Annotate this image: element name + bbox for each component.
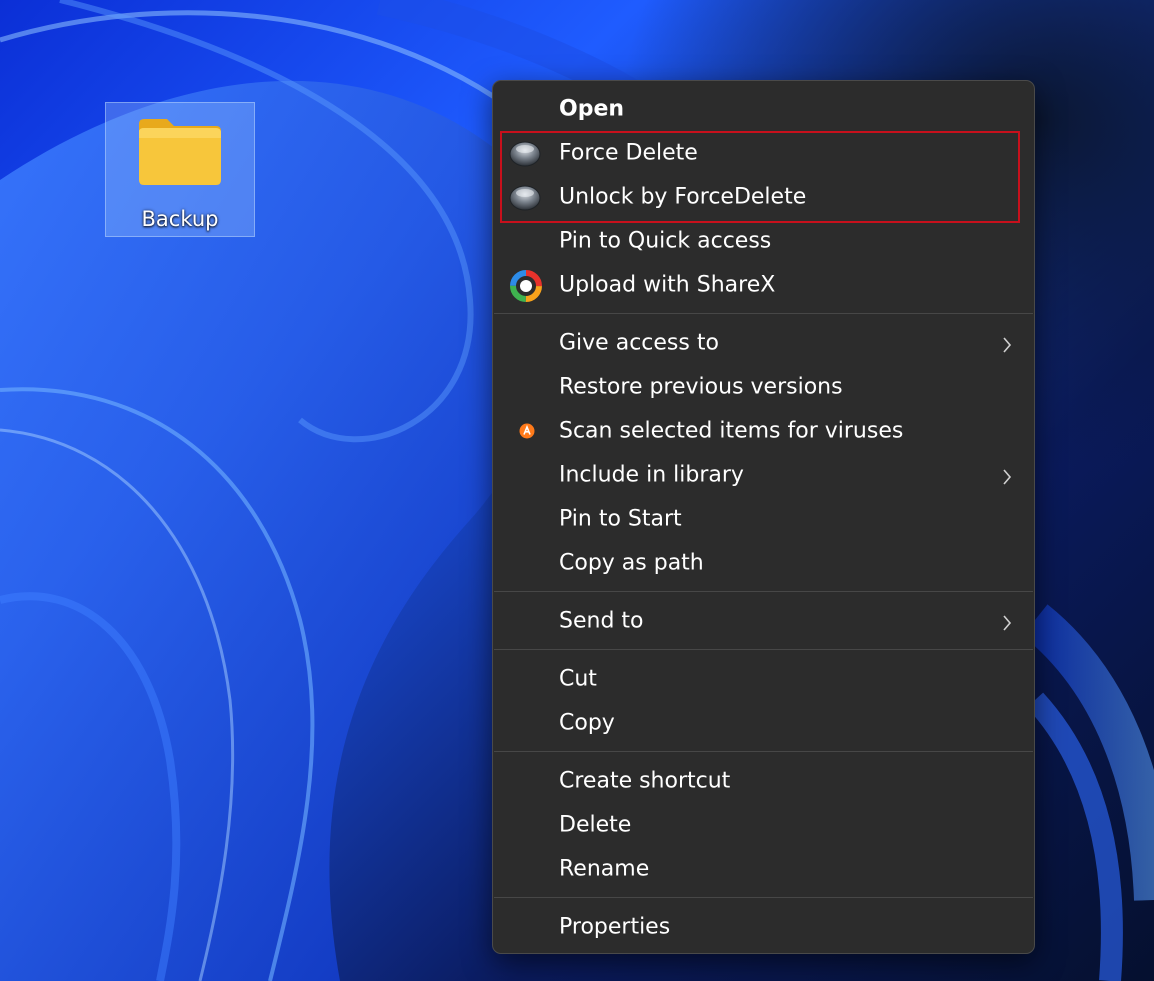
menu-item-give-access-to[interactable]: Give access to <box>499 324 1028 364</box>
menu-item-rename[interactable]: Rename <box>499 850 1028 890</box>
menu-item-pin-to-quick-access[interactable]: Pin to Quick access <box>499 222 1028 262</box>
menu-item-include-in-library[interactable]: Include in library <box>499 456 1028 496</box>
menu-item-scan-for-viruses[interactable]: Scan selected items for viruses <box>499 412 1028 452</box>
menu-separator <box>494 591 1033 592</box>
menu-item-label: Open <box>559 96 625 122</box>
menu-separator <box>494 313 1033 314</box>
menu-item-label: Delete <box>559 812 632 838</box>
menu-item-label: Force Delete <box>559 140 698 166</box>
menu-item-label: Pin to Quick access <box>559 228 772 254</box>
menu-item-label: Unlock by ForceDelete <box>559 184 807 210</box>
folder-icon <box>139 119 221 185</box>
menu-item-label: Include in library <box>559 462 744 488</box>
menu-item-properties[interactable]: Properties <box>499 908 1028 948</box>
menu-item-label: Copy <box>559 710 615 736</box>
unlock-icon <box>509 185 541 211</box>
sharex-icon <box>510 270 542 302</box>
menu-item-label: Send to <box>559 608 644 634</box>
menu-item-delete[interactable]: Delete <box>499 806 1028 846</box>
menu-item-label: Upload with ShareX <box>559 272 776 298</box>
menu-item-upload-with-sharex[interactable]: Upload with ShareX <box>499 266 1028 306</box>
avast-icon <box>519 423 535 439</box>
menu-separator <box>494 751 1033 752</box>
menu-item-label: Rename <box>559 856 650 882</box>
menu-item-label: Restore previous versions <box>559 374 843 400</box>
menu-item-pin-to-start[interactable]: Pin to Start <box>499 500 1028 540</box>
menu-item-label: Cut <box>559 666 597 692</box>
menu-item-label: Create shortcut <box>559 768 731 794</box>
menu-item-label: Scan selected items for viruses <box>559 418 904 444</box>
menu-item-copy-as-path[interactable]: Copy as path <box>499 544 1028 584</box>
desktop: Backup Open Force Delete Unlock by Force… <box>0 0 1154 981</box>
chevron-right-icon <box>1003 337 1012 353</box>
menu-item-send-to[interactable]: Send to <box>499 602 1028 642</box>
menu-item-label: Properties <box>559 914 671 940</box>
force-delete-icon <box>509 141 541 167</box>
menu-item-open[interactable]: Open <box>499 90 1028 130</box>
menu-item-force-delete[interactable]: Force Delete <box>499 134 1028 174</box>
chevron-right-icon <box>1003 469 1012 485</box>
menu-item-copy[interactable]: Copy <box>499 704 1028 744</box>
desktop-folder-icon[interactable]: Backup <box>105 102 255 237</box>
menu-item-label: Give access to <box>559 330 719 356</box>
desktop-icon-label: Backup <box>141 207 219 231</box>
menu-item-label: Copy as path <box>559 550 704 576</box>
menu-separator <box>494 649 1033 650</box>
menu-separator <box>494 897 1033 898</box>
chevron-right-icon <box>1003 615 1012 631</box>
menu-item-label: Pin to Start <box>559 506 682 532</box>
menu-item-cut[interactable]: Cut <box>499 660 1028 700</box>
menu-item-create-shortcut[interactable]: Create shortcut <box>499 762 1028 802</box>
menu-item-restore-previous-versions[interactable]: Restore previous versions <box>499 368 1028 408</box>
menu-item-unlock-by-forcedelete[interactable]: Unlock by ForceDelete <box>499 178 1028 218</box>
context-menu: Open Force Delete Unlock by ForceDelete … <box>492 80 1035 954</box>
